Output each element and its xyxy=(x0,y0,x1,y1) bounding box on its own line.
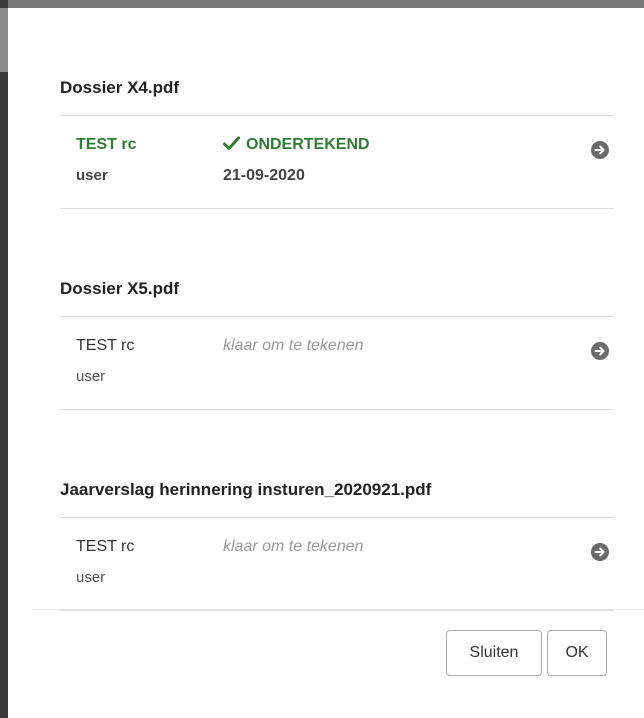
signer-role: user xyxy=(76,167,108,184)
signed-date: 21-09-2020 xyxy=(223,167,305,184)
status-pending: klaar om te tekenen xyxy=(223,538,364,555)
signer-name: TEST rc xyxy=(76,136,137,153)
window-top-edge xyxy=(0,0,644,8)
document-block: Jaarverslag herinnering insturen_2020921… xyxy=(60,410,614,611)
document-title: Dossier X4.pdf xyxy=(60,78,180,97)
status-pending: klaar om te tekenen xyxy=(223,337,364,354)
arrow-circle-right-icon[interactable] xyxy=(591,141,609,159)
signing-status-modal: Dossier X4.pdf TEST rc user ONDERTEKEND … xyxy=(8,8,644,718)
footer-divider xyxy=(32,609,644,610)
signer-role: user xyxy=(76,569,106,586)
signer-name: TEST rc xyxy=(76,337,135,354)
arrow-circle-right-icon[interactable] xyxy=(591,543,609,561)
arrow-circle-right-icon[interactable] xyxy=(591,342,609,360)
signer-name: TEST rc xyxy=(76,538,135,555)
status-label: ONDERTEKEND xyxy=(246,136,370,153)
signer-row[interactable]: TEST rc user ONDERTEKEND 21-09-2020 xyxy=(60,115,614,209)
document-block: Dossier X5.pdf TEST rc user klaar om te … xyxy=(60,209,614,410)
document-block: Dossier X4.pdf TEST rc user ONDERTEKEND … xyxy=(60,8,614,209)
window-left-edge-highlight xyxy=(0,8,8,72)
document-title: Jaarverslag herinnering insturen_2020921… xyxy=(60,480,432,499)
ok-button[interactable]: OK xyxy=(547,630,607,676)
document-list: Dossier X4.pdf TEST rc user ONDERTEKEND … xyxy=(60,8,614,611)
signer-row[interactable]: TEST rc user klaar om te tekenen xyxy=(60,517,614,611)
check-icon xyxy=(223,136,240,150)
document-title: Dossier X5.pdf xyxy=(60,279,180,298)
signer-row[interactable]: TEST rc user klaar om te tekenen xyxy=(60,316,614,410)
signer-role: user xyxy=(76,368,106,385)
close-button[interactable]: Sluiten xyxy=(446,630,542,676)
window-left-edge xyxy=(0,0,8,718)
status-signed: ONDERTEKEND xyxy=(223,136,370,154)
